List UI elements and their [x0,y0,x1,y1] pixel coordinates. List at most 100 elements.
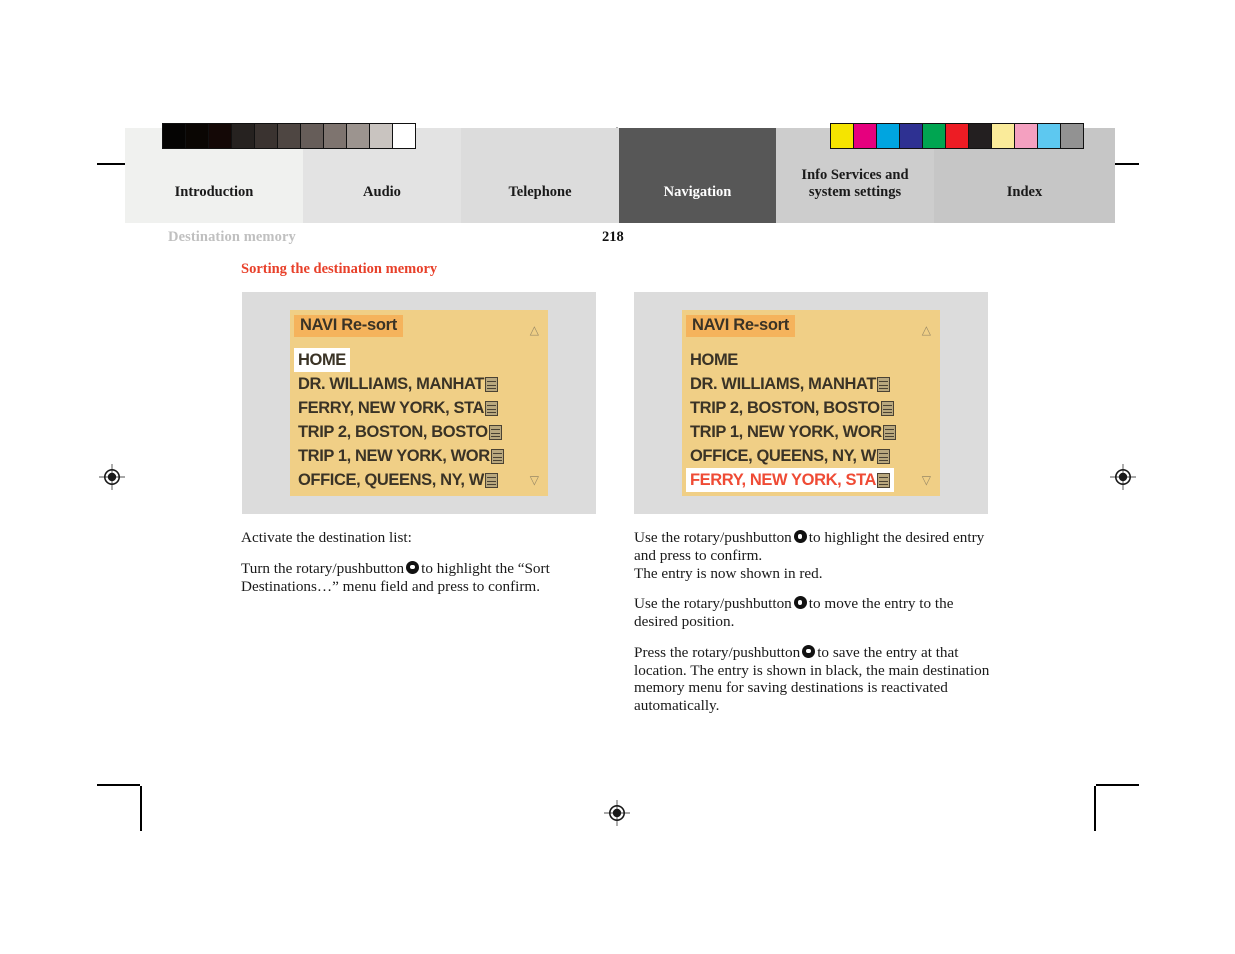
destination-entry-label: HOME [690,350,738,369]
destination-list-item[interactable]: FERRY, NEW YORK, STA [294,396,502,420]
instructions-right-column: Use the rotary/pushbutton to highlight th… [634,529,994,715]
section-heading: Sorting the destination memory [241,261,438,277]
color-swatch [922,124,945,148]
destination-list-item[interactable]: TRIP 1, NEW YORK, WOR [294,444,508,468]
crop-mark-bottom-left-h [97,784,140,786]
destination-entry-label: TRIP 1, NEW YORK, WOR [298,446,490,465]
grayscale-swatch [392,124,415,148]
scroll-up-arrow-right[interactable]: △ [922,324,931,336]
instruction-text: The entry is now shown in red. [634,564,823,582]
destination-list-item[interactable]: HOME [686,348,742,372]
destination-list-item[interactable]: OFFICE, QUEENS, NY, W [294,468,502,492]
registration-mark-left [99,464,125,490]
destination-list-item[interactable]: FERRY, NEW YORK, STA [686,468,895,492]
grayscale-swatch [208,124,231,148]
instruction-text: Use the rotary/pushbutton [634,529,792,546]
destination-list-item[interactable]: DR. WILLIAMS, MANHAT [294,372,502,396]
crop-mark-bottom-right-v [1094,786,1096,831]
navi-screen-title-right: NAVI Re-sort [686,315,795,337]
destination-entry-label: DR. WILLIAMS, MANHAT [690,374,876,393]
crop-mark-bottom-left-v [140,786,142,831]
instruction-text: Activate the destination list: [241,529,412,546]
grayscale-swatch [254,124,277,148]
navi-screen-title-left: NAVI Re-sort [294,315,403,337]
tab-label: Introduction [174,183,254,200]
address-book-entry-icon [484,472,498,488]
address-book-entry-icon [880,400,894,416]
instruction-text: Turn the rotary/pushbutton [241,559,405,577]
color-swatch [899,124,922,148]
destination-entry-label: TRIP 2, BOSTON, BOSTO [298,422,488,441]
address-book-entry-icon [490,448,504,464]
color-swatch [853,124,876,148]
color-swatch [831,124,853,148]
destination-entry-label: DR. WILLIAMS, MANHAT [298,374,484,393]
destination-list-item[interactable]: OFFICE, QUEENS, NY, W [686,444,894,468]
destination-entry-label: OFFICE, QUEENS, NY, W [690,446,876,465]
color-swatch [876,124,899,148]
address-book-entry-icon [882,424,896,440]
destination-list-item[interactable]: TRIP 2, BOSTON, BOSTO [294,420,506,444]
running-head: Destination memory [168,229,296,245]
address-book-entry-icon [876,448,890,464]
color-swatch [1037,124,1060,148]
instruction-paragraph: Use the rotary/pushbutton to highlight th… [634,529,994,582]
color-swatch [991,124,1014,148]
color-swatch [1014,124,1037,148]
rotary-pushbutton-icon [793,596,807,610]
rotary-pushbutton-icon [793,530,807,543]
instruction-paragraph: Use the rotary/pushbutton to move the ent… [634,595,994,631]
destination-list-item[interactable]: HOME [294,348,350,372]
registration-mark-right [1110,464,1136,490]
destination-entry-label: FERRY, NEW YORK, STA [298,398,485,417]
destination-list-right: HOME DR. WILLIAMS, MANHAT TRIP 2, BOSTON, … [686,348,936,492]
tab-label: Audio [363,183,401,200]
grayscale-swatch [277,124,300,148]
instruction-text: Press the rotary/pushbutton [634,643,801,661]
destination-list-item[interactable]: DR. WILLIAMS, MANHAT [686,372,894,396]
grayscale-swatch [369,124,392,148]
destination-list-left: HOME DR. WILLIAMS, MANHAT FERRY, NEW YORK,… [294,348,544,492]
destination-entry-label: HOME [298,350,346,369]
color-swatch [945,124,968,148]
instruction-paragraph: Turn the rotary/pushbutton to highlight t… [241,560,597,596]
destination-entry-label: FERRY, NEW YORK, STA [690,470,877,489]
manual-page: Introduction Audio Telephone Navigation Info… [0,0,1235,954]
figure-navi-screen-after: NAVI Re-sort △ ▽ HOME DR. WILLIAMS, MANHA… [634,292,988,514]
grayscale-swatch [185,124,208,148]
grayscale-swatch [346,124,369,148]
crop-mark-bottom-right-h [1096,784,1139,786]
grayscale-swatch [163,124,185,148]
tab-label: Info Services and system settings [801,166,909,200]
page-number: 218 [602,229,624,245]
address-book-entry-icon [485,400,499,416]
rotary-pushbutton-icon [802,644,816,658]
instruction-text: Use the rotary/pushbutton [634,595,792,613]
tab-navigation[interactable]: Navigation [619,128,776,223]
address-book-entry-icon [877,376,890,392]
destination-entry-label: OFFICE, QUEENS, NY, W [298,470,484,489]
instructions-left-column: Activate the destination list: Turn the … [241,529,597,595]
grayscale-swatch [231,124,254,148]
registration-mark-bottom [604,800,630,826]
navi-display-right: NAVI Re-sort △ ▽ HOME DR. WILLIAMS, MANHA… [682,310,940,496]
tab-telephone[interactable]: Telephone [461,128,619,223]
rotary-pushbutton-icon [406,560,420,574]
grayscale-swatch [300,124,323,148]
grayscale-control-strip [162,123,416,149]
color-control-strip [830,123,1084,149]
scroll-up-arrow-left[interactable]: △ [530,324,539,336]
tab-label: Index [1006,183,1043,200]
color-swatch [1060,124,1083,148]
tab-label: Telephone [508,183,572,200]
color-swatch [968,124,991,148]
destination-entry-label: TRIP 1, NEW YORK, WOR [690,422,882,441]
address-book-entry-icon [485,376,498,392]
figure-navi-screen-before: NAVI Re-sort △ ▽ HOME DR. WILLIAMS, MANHA… [242,292,596,514]
instruction-paragraph: Activate the destination list: [241,529,597,547]
navi-display-left: NAVI Re-sort △ ▽ HOME DR. WILLIAMS, MANHA… [290,310,548,496]
destination-list-item[interactable]: TRIP 1, NEW YORK, WOR [686,420,900,444]
destination-entry-label: TRIP 2, BOSTON, BOSTO [690,398,880,417]
destination-list-item[interactable]: TRIP 2, BOSTON, BOSTO [686,396,898,420]
grayscale-swatch [323,124,346,148]
